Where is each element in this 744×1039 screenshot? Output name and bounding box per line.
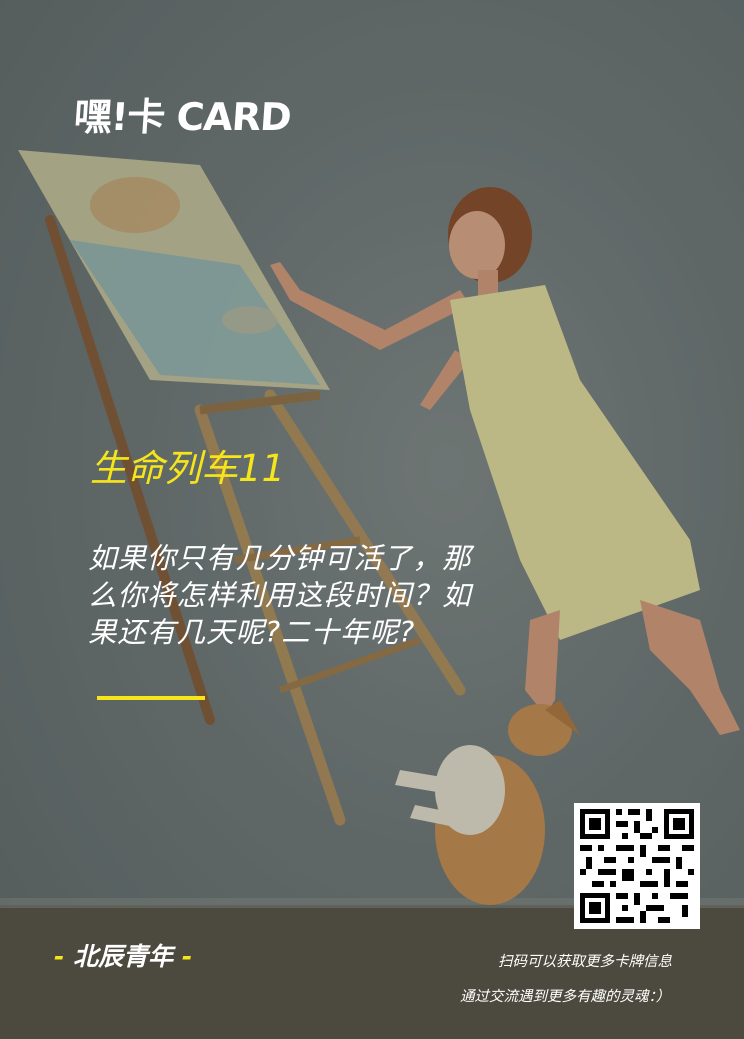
brand-dash: - <box>54 942 65 971</box>
qr-code-icon[interactable] <box>574 803 700 929</box>
question-line: 如果你只有几分钟可活了，那 <box>88 542 472 575</box>
scan-caption: 扫码可以获取更多卡牌信息 <box>498 954 672 970</box>
brand-footer: - 北辰青年 - <box>54 944 192 969</box>
card-title: 生命列车11 <box>90 447 286 490</box>
title-divider <box>97 696 205 700</box>
social-caption: 通过交流遇到更多有趣的灵魂：） <box>460 989 671 1005</box>
question-line: 果还有几天呢?二十年呢? <box>88 616 416 649</box>
poster: 嘿!卡 CARD 生命列车11 如果你只有几分钟可活了，那 么你将怎样利用这段时… <box>0 0 744 1039</box>
question-line: 么你将怎样利用这段时间？如 <box>88 579 472 612</box>
card-question: 如果你只有几分钟可活了，那 么你将怎样利用这段时间？如 果还有几天呢?二十年呢? <box>88 540 548 651</box>
logo-text: 嘿!卡 CARD <box>72 95 293 139</box>
brand-name: 北辰青年 <box>73 942 174 971</box>
brand-dash: - <box>181 942 193 971</box>
